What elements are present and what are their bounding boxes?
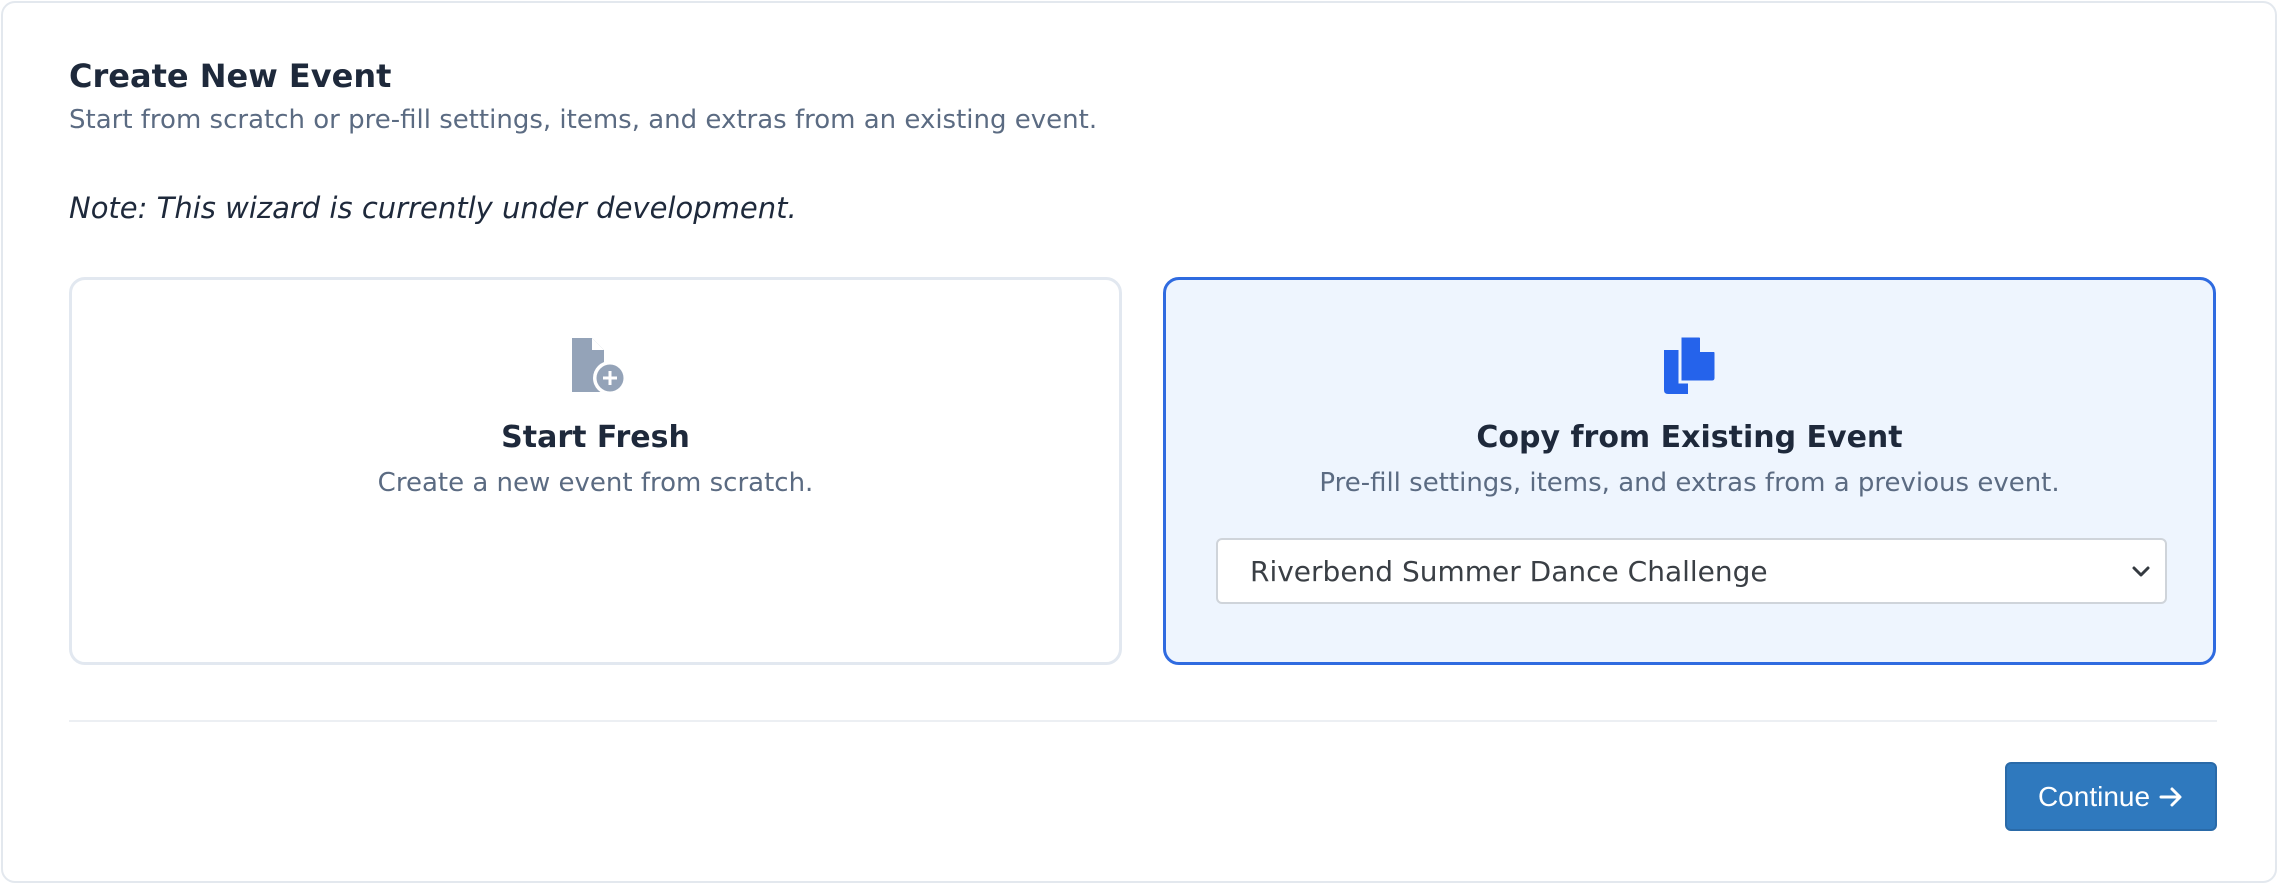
create-event-panel: Create New Event Start from scratch or p… (1, 1, 2277, 883)
arrow-right-icon (2159, 787, 2182, 806)
copy-icon (1663, 334, 1717, 394)
file-plus-icon (571, 338, 627, 395)
continue-button[interactable]: Continue (2005, 762, 2217, 831)
copy-existing-card[interactable]: Copy from Existing Event Pre-fill settin… (1163, 277, 2216, 665)
footer-divider (69, 720, 2217, 722)
copy-existing-title: Copy from Existing Event (1476, 420, 1903, 455)
page-title: Create New Event (69, 57, 392, 95)
source-event-select-value: Riverbend Summer Dance Challenge (1250, 555, 1768, 588)
copy-existing-description: Pre-fill settings, items, and extras fro… (1319, 468, 2060, 498)
development-note: Note: This wizard is currently under dev… (69, 191, 797, 225)
start-fresh-card[interactable]: Start Fresh Create a new event from scra… (69, 277, 1122, 665)
page-subtitle: Start from scratch or pre-fill settings,… (69, 105, 1098, 135)
continue-button-label: Continue (2037, 780, 2151, 812)
source-event-select[interactable]: Riverbend Summer Dance Challenge (1216, 538, 2167, 604)
start-fresh-description: Create a new event from scratch. (377, 468, 814, 498)
start-fresh-title: Start Fresh (501, 420, 690, 455)
chevron-down-icon (2132, 566, 2150, 577)
